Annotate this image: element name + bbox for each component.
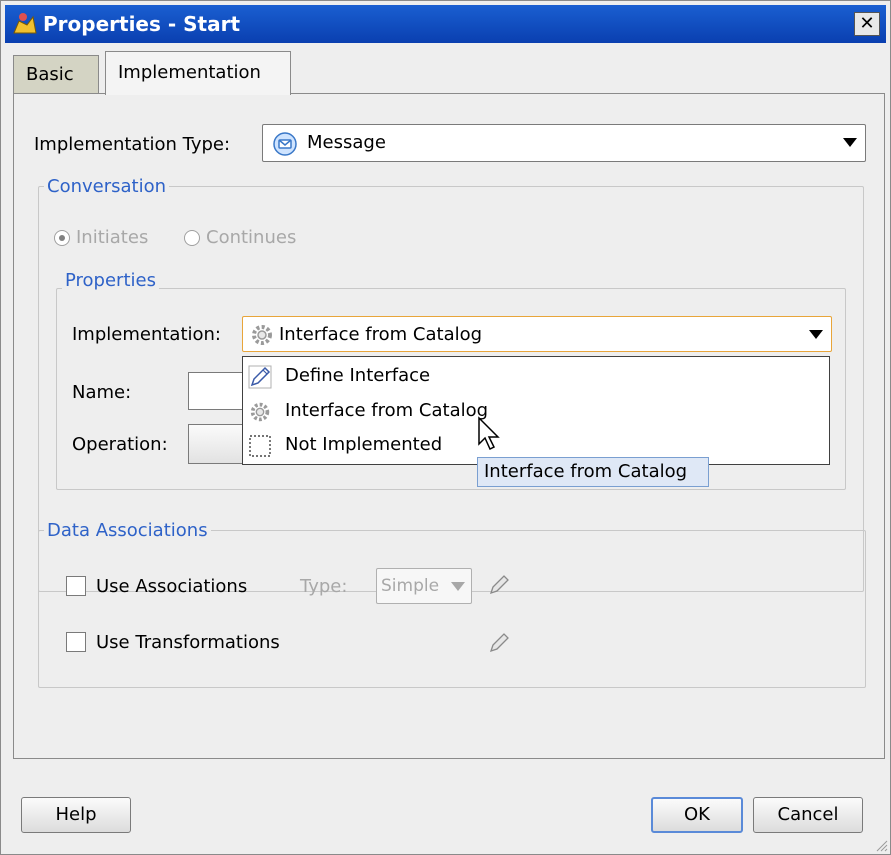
resize-grip-icon[interactable]: [874, 838, 888, 852]
data-associations-group: [38, 530, 866, 688]
type-value: Simple: [381, 576, 440, 596]
chevron-down-icon: [843, 138, 857, 147]
use-associations-checkbox[interactable]: [66, 576, 86, 596]
edit-associations-pencil-icon: [489, 575, 509, 595]
type-label: Type:: [300, 576, 348, 597]
data-associations-legend: Data Associations: [44, 520, 211, 541]
implementation-type-value: Message: [307, 132, 386, 153]
operation-label: Operation:: [72, 434, 168, 455]
continues-label: Continues: [206, 227, 297, 248]
chevron-down-icon: [809, 330, 823, 339]
gear-icon: [250, 402, 270, 422]
menu-item-label: Not Implemented: [285, 434, 443, 455]
use-transformations-label: Use Transformations: [96, 632, 280, 653]
window-title: Properties - Start: [43, 12, 241, 36]
tooltip-text: Interface from Catalog: [484, 461, 688, 482]
cancel-button[interactable]: Cancel: [753, 797, 863, 833]
menu-item-define-interface[interactable]: Define Interface: [243, 360, 829, 394]
properties-legend: Properties: [62, 270, 159, 291]
use-transformations-checkbox[interactable]: [66, 632, 86, 652]
chevron-down-icon: [451, 582, 465, 591]
tab-basic[interactable]: Basic: [13, 55, 99, 93]
implementation-options-menu: Define Interface Interface from Catalog …: [242, 356, 830, 465]
implementation-type-dropdown[interactable]: Message: [262, 124, 866, 162]
gear-icon: [252, 325, 272, 345]
properties-dialog: Properties - Start ✕ Basic Implementatio…: [0, 0, 891, 855]
continues-radio: [184, 230, 200, 246]
implementation-dropdown[interactable]: Interface from Catalog: [242, 316, 832, 352]
operation-dropdown[interactable]: [188, 424, 248, 464]
app-icon: [13, 13, 37, 34]
close-icon: ✕: [859, 13, 875, 34]
tooltip: Interface from Catalog: [477, 457, 709, 487]
implementation-label: Implementation:: [72, 324, 221, 345]
dashed-box-icon: [249, 435, 271, 457]
conversation-legend: Conversation: [44, 176, 170, 197]
use-associations-label: Use Associations: [96, 576, 248, 597]
name-field[interactable]: [188, 372, 248, 410]
menu-item-interface-from-catalog[interactable]: Interface from Catalog: [243, 395, 829, 429]
type-dropdown: Simple: [376, 568, 472, 604]
pencil-icon: [248, 365, 272, 389]
implementation-type-label: Implementation Type:: [34, 134, 231, 155]
tab-implementation[interactable]: Implementation: [105, 51, 291, 95]
menu-item-label: Interface from Catalog: [285, 400, 489, 421]
menu-item-label: Define Interface: [285, 365, 431, 386]
title-bar: Properties - Start ✕: [5, 5, 886, 43]
ok-button[interactable]: OK: [651, 797, 743, 833]
initiates-radio: [54, 230, 70, 246]
help-button[interactable]: Help: [21, 797, 131, 833]
edit-transformations-pencil-icon: [489, 633, 509, 653]
name-label: Name:: [72, 382, 132, 403]
close-button[interactable]: ✕: [854, 12, 880, 36]
message-icon: [273, 132, 297, 156]
initiates-label: Initiates: [76, 227, 149, 248]
implementation-value: Interface from Catalog: [279, 324, 483, 345]
mouse-cursor-icon: [478, 416, 500, 451]
